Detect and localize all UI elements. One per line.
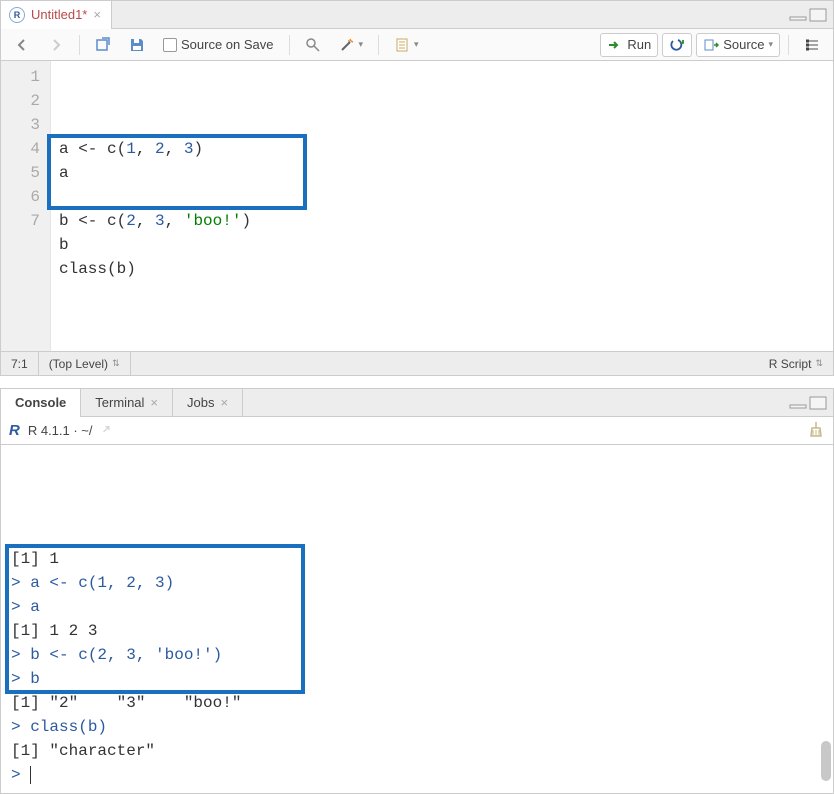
code-line[interactable]: b — [59, 233, 825, 257]
save-button[interactable] — [122, 33, 152, 57]
line-number: 7 — [7, 209, 40, 233]
window-controls — [789, 8, 833, 22]
source-label: Source — [723, 37, 764, 52]
console-line: [1] 1 — [11, 547, 823, 571]
code-editor[interactable]: 1234567 a <- c(1, 2, 3)a b <- c(2, 3, 'b… — [1, 61, 833, 351]
wand-button[interactable]: ▾ — [332, 33, 371, 57]
console-line: [1] 1 2 3 — [11, 619, 823, 643]
code-line[interactable]: a — [59, 161, 825, 185]
scrollbar-thumb[interactable] — [821, 741, 831, 781]
code-line[interactable] — [59, 185, 825, 209]
run-label: Run — [627, 37, 651, 52]
tab-terminal[interactable]: Terminal × — [81, 389, 173, 417]
tab-title: Untitled1* — [31, 7, 87, 22]
chevron-down-icon[interactable]: ▾ — [768, 39, 773, 50]
code-line[interactable]: b <- c(2, 3, 'boo!') — [59, 209, 825, 233]
scrollbar[interactable] — [821, 451, 831, 787]
run-icon — [607, 37, 623, 53]
console-tabbar: Console Terminal × Jobs × — [1, 389, 833, 417]
outline-button[interactable] — [797, 33, 827, 57]
minimize-icon[interactable] — [789, 397, 807, 409]
line-number: 6 — [7, 185, 40, 209]
show-in-window-button[interactable] — [88, 33, 118, 57]
source-on-save-label: Source on Save — [181, 37, 274, 52]
rerun-button[interactable] — [662, 33, 692, 57]
tab-label: Terminal — [95, 395, 144, 410]
r-logo-icon: R — [9, 422, 20, 439]
rerun-icon — [669, 37, 685, 53]
file-type-selector[interactable]: R Script ⇅ — [759, 352, 833, 375]
source-on-save-toggle[interactable]: Source on Save — [156, 33, 281, 57]
console-line: > a — [11, 595, 823, 619]
tab-console[interactable]: Console — [1, 389, 81, 417]
close-icon[interactable]: × — [220, 395, 228, 410]
tab-label: Jobs — [187, 395, 214, 410]
r-file-icon: R — [9, 7, 25, 23]
console-header: R R 4.1.1 · ~/ — [1, 417, 833, 445]
editor-pane: R Untitled1* × Source on Save ▾ ▾ Run — [0, 0, 834, 376]
checkbox-icon[interactable] — [163, 38, 177, 52]
clear-console-button[interactable] — [807, 420, 825, 441]
console-line: > — [11, 763, 823, 787]
tab-jobs[interactable]: Jobs × — [173, 389, 243, 417]
console-line: > b <- c(2, 3, 'boo!') — [11, 643, 823, 667]
code-line[interactable]: class(b) — [59, 257, 825, 281]
console-pane: Console Terminal × Jobs × R R 4.1.1 · ~/ [1]… — [0, 388, 834, 794]
line-number: 1 — [7, 65, 40, 89]
line-number: 3 — [7, 113, 40, 137]
close-icon[interactable]: × — [150, 395, 158, 410]
editor-tabbar: R Untitled1* × — [1, 1, 833, 29]
notebook-button[interactable]: ▾ — [387, 33, 426, 57]
back-button[interactable] — [7, 33, 37, 57]
tab-label: Console — [15, 395, 66, 410]
minimize-icon[interactable] — [789, 9, 807, 21]
line-gutter: 1234567 — [1, 61, 51, 351]
editor-toolbar: Source on Save ▾ ▾ Run Source ▾ — [1, 29, 833, 61]
source-button[interactable]: Source ▾ — [696, 33, 780, 57]
console-line: > class(b) — [11, 715, 823, 739]
cursor-position: 7:1 — [1, 352, 39, 375]
line-number: 2 — [7, 89, 40, 113]
code-area[interactable]: a <- c(1, 2, 3)a b <- c(2, 3, 'boo!')bcl… — [51, 61, 833, 351]
maximize-icon[interactable] — [809, 8, 827, 22]
line-number: 5 — [7, 161, 40, 185]
maximize-icon[interactable] — [809, 396, 827, 410]
source-icon — [703, 37, 719, 53]
close-icon[interactable]: × — [93, 7, 101, 22]
console-line: > b — [11, 667, 823, 691]
find-button[interactable] — [298, 33, 328, 57]
scope-selector[interactable]: (Top Level) ⇅ — [39, 352, 131, 375]
console-line: [1] "2" "3" "boo!" — [11, 691, 823, 715]
popout-icon[interactable] — [101, 424, 115, 438]
code-line[interactable]: a <- c(1, 2, 3) — [59, 137, 825, 161]
code-line[interactable] — [59, 281, 825, 305]
console-line: > a <- c(1, 2, 3) — [11, 571, 823, 595]
window-controls — [789, 396, 833, 410]
editor-tab[interactable]: R Untitled1* × — [1, 1, 112, 29]
console-line: [1] "character" — [11, 739, 823, 763]
run-button[interactable]: Run — [600, 33, 658, 57]
r-version-label: R 4.1.1 · ~/ — [28, 423, 93, 438]
editor-statusbar: 7:1 (Top Level) ⇅ R Script ⇅ — [1, 351, 833, 375]
console-output[interactable]: [1] 1> a <- c(1, 2, 3)> a[1] 1 2 3> b <-… — [1, 445, 833, 793]
forward-button[interactable] — [41, 33, 71, 57]
line-number: 4 — [7, 137, 40, 161]
